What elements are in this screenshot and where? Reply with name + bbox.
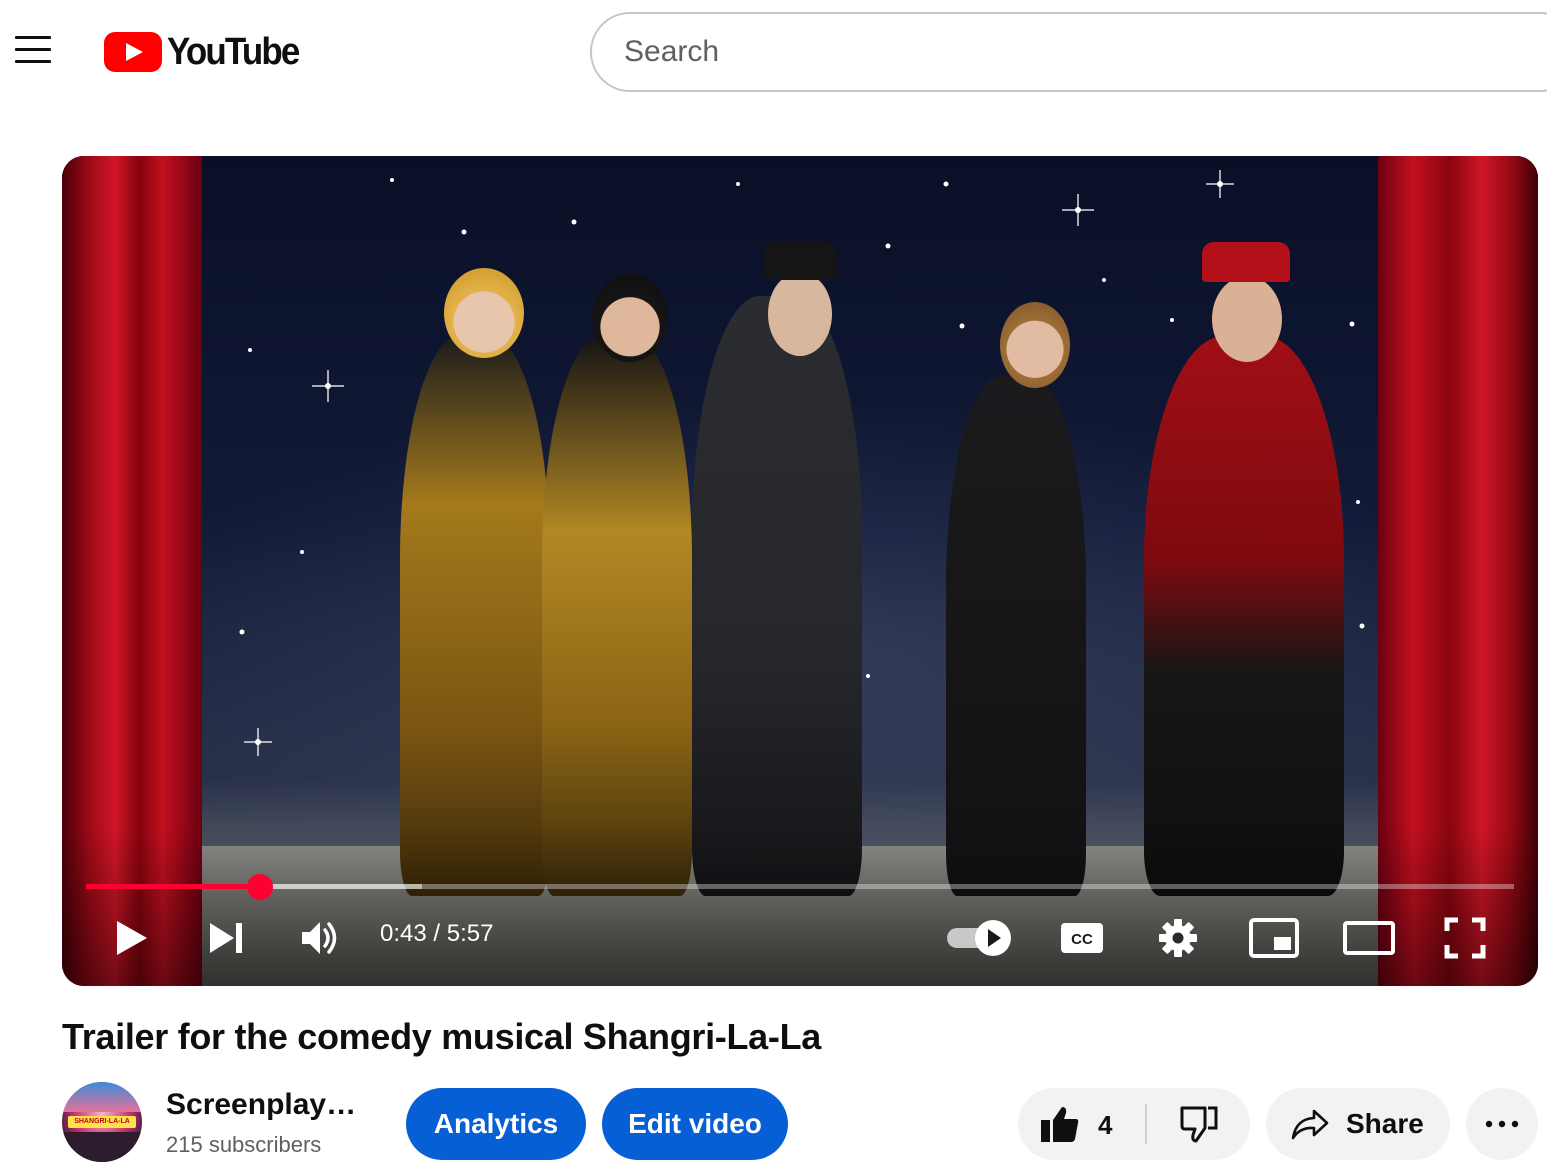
captions-button[interactable]: CC (1056, 908, 1108, 968)
channel-name[interactable]: Screenplay… (166, 1088, 356, 1122)
dislike-button[interactable] (1148, 1088, 1250, 1160)
time-display: 0:43 / 5:57 (380, 920, 494, 947)
next-button[interactable] (196, 908, 256, 968)
autoplay-toggle[interactable] (942, 908, 1016, 968)
video-title: Trailer for the comedy musical Shangri-L… (62, 1016, 822, 1057)
search-box[interactable] (590, 12, 1547, 92)
like-dislike-group: 4 (1018, 1088, 1250, 1160)
thumbs-down-icon (1180, 1106, 1218, 1143)
more-horizontal-icon (1485, 1120, 1519, 1128)
avatar-logo-text: SHANGRI-LA-LA (68, 1116, 136, 1128)
share-button[interactable]: Share (1266, 1088, 1450, 1160)
share-label: Share (1346, 1108, 1424, 1139)
play-logo-icon (104, 32, 162, 72)
share-icon (1291, 1109, 1329, 1140)
settings-icon (1159, 919, 1197, 957)
volume-button[interactable] (290, 908, 350, 968)
youtube-logo[interactable]: YouTube (104, 28, 310, 76)
theater-mode-icon (1343, 921, 1395, 955)
settings-button[interactable] (1152, 908, 1204, 968)
more-actions-button[interactable] (1466, 1088, 1538, 1160)
thumbs-up-icon (1041, 1107, 1079, 1142)
progress-bar[interactable] (86, 874, 1514, 900)
theater-mode-button[interactable] (1340, 908, 1398, 968)
miniplayer-icon (1249, 918, 1299, 958)
logo-text: YouTube (167, 30, 300, 73)
video-player[interactable]: 0:43 / 5:57 CC (62, 156, 1538, 986)
masthead: YouTube (0, 0, 1547, 104)
autoplay-toggle-icon (947, 920, 1011, 956)
like-divider (1145, 1104, 1147, 1144)
video-frame (62, 156, 1538, 986)
play-icon (117, 921, 147, 955)
fullscreen-button[interactable] (1436, 908, 1494, 968)
like-button[interactable]: 4 (1018, 1088, 1146, 1160)
next-icon (210, 923, 242, 953)
channel-avatar[interactable]: SHANGRI-LA-LA (62, 1082, 142, 1162)
like-count: 4 (1098, 1110, 1113, 1140)
menu-icon[interactable] (10, 30, 56, 70)
subscriber-count: 215 subscribers (166, 1132, 322, 1157)
edit-video-button[interactable]: Edit video (602, 1088, 788, 1160)
volume-icon (302, 922, 337, 954)
play-button[interactable] (102, 908, 162, 968)
miniplayer-button[interactable] (1246, 908, 1302, 968)
svg-text:CC: CC (1071, 931, 1093, 948)
fullscreen-icon (1444, 917, 1486, 959)
captions-icon: CC (1061, 923, 1103, 953)
played-bar (86, 884, 261, 889)
analytics-button[interactable]: Analytics (406, 1088, 586, 1160)
search-input[interactable] (624, 35, 1547, 69)
